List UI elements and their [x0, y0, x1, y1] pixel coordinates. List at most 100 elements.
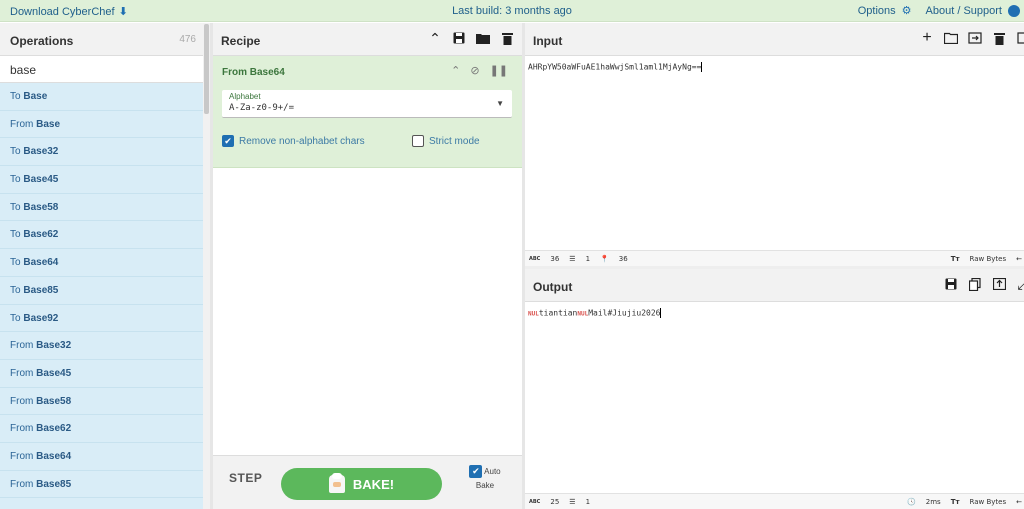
strict-mode-checkbox[interactable]: Strict mode [412, 135, 480, 147]
operations-search-input[interactable]: base [0, 56, 210, 83]
input-position: 36 [618, 255, 628, 263]
folder-icon[interactable] [476, 31, 490, 45]
chevron-down-icon[interactable]: ▼ [496, 99, 504, 108]
char-count-icon: ABC [529, 256, 541, 262]
replace-input-icon[interactable] [992, 277, 1006, 291]
alphabet-select[interactable]: Alphabet A-Za-z0-9+/= ▼ [222, 90, 512, 118]
checkbox-checked-icon[interactable]: ✔ [222, 135, 234, 147]
collapse-op-icon[interactable]: ⌃ [451, 64, 460, 77]
text-cursor [660, 308, 662, 318]
operation-match: Base32 [36, 340, 72, 352]
operation-prefix: To [10, 312, 24, 324]
top-banner: Download CyberChef ⬇ Last build: 3 month… [0, 0, 1024, 22]
input-textarea[interactable]: AHRpYW50aWFuAE1haWwjSml1aml1MjAyNg== [525, 56, 1024, 78]
operation-match: Base62 [36, 423, 72, 435]
layout-icon[interactable] [1016, 31, 1024, 45]
open-file-icon[interactable] [968, 31, 982, 45]
strict-mode-label[interactable]: Strict mode [429, 136, 480, 147]
operation-prefix: To [10, 201, 24, 213]
list-item[interactable]: From Base32 [0, 332, 203, 360]
remove-non-alphabet-checkbox[interactable]: ✔ Remove non-alphabet chars [222, 135, 365, 147]
bake-button[interactable]: BAKE! [281, 468, 442, 500]
operation-prefix: From [10, 395, 37, 407]
operation-prefix: To [10, 257, 24, 269]
trash-icon[interactable] [992, 31, 1006, 45]
save-icon[interactable] [452, 31, 466, 45]
bake-label[interactable]: BAKE! [353, 477, 394, 492]
output-header: Output ⤢ [525, 269, 1024, 302]
output-line-count: 1 [585, 498, 591, 506]
io-panel: Input + AHRpYW50aWFuAE1haWwjSml1aml1MjAy… [525, 23, 1024, 509]
list-item[interactable]: From Base64 [0, 443, 203, 471]
list-item[interactable]: To Base [0, 83, 203, 111]
help-icon[interactable] [1008, 4, 1020, 17]
auto-bake-checkbox[interactable]: ✔ Auto Bake [462, 465, 508, 490]
operation-match: Base45 [36, 367, 72, 379]
list-item[interactable]: To Base58 [0, 194, 203, 222]
operation-prefix: To [10, 146, 24, 158]
list-item[interactable]: From Base62 [0, 415, 203, 443]
eol-icon[interactable]: ← [1016, 255, 1022, 263]
options-link[interactable]: Options [858, 5, 896, 17]
list-item[interactable]: To Base64 [0, 249, 203, 277]
operation-name: From Base64 [222, 67, 285, 78]
list-item[interactable]: To Base45 [0, 166, 203, 194]
output-encoding[interactable]: Raw Bytes [970, 498, 1007, 506]
recipe-panel: Recipe ⌃ From Base64 ⌃ ⊘ ❚❚ Alphabet A-Z… [213, 23, 522, 509]
operation-match: Base [36, 118, 61, 130]
operation-prefix: From [10, 478, 37, 490]
about-link[interactable]: About / Support [926, 5, 1002, 17]
input-title: Input [533, 34, 563, 48]
input-encoding[interactable]: Raw Bytes [970, 255, 1007, 263]
output-status-bar: ABC 25 ☰ 1 🕓 2ms Tт Raw Bytes ← [525, 493, 1024, 509]
open-folder-icon[interactable] [944, 31, 958, 45]
input-char-count: 36 [550, 255, 560, 263]
output-textarea[interactable]: NULtiantianNULMail#Jiujiu2026 [525, 302, 664, 324]
list-item[interactable]: To Base85 [0, 277, 203, 305]
input-text[interactable]: AHRpYW50aWFuAE1haWwjSml1aml1MjAyNg== [528, 63, 701, 72]
recipe-header: Recipe ⌃ [213, 23, 522, 56]
operations-scrollbar[interactable] [203, 23, 210, 509]
disable-op-icon[interactable]: ⊘ [470, 64, 479, 77]
list-item[interactable]: To Base32 [0, 138, 203, 167]
list-item[interactable]: To Base92 [0, 305, 203, 333]
maximize-icon[interactable]: ⤢ [1016, 276, 1024, 292]
step-button[interactable]: STEP [229, 471, 262, 485]
list-item[interactable]: From Base58 [0, 388, 203, 416]
operation-prefix: From [10, 118, 37, 130]
pause-op-icon[interactable]: ❚❚ [490, 64, 508, 77]
encoding-icon[interactable]: Tт [951, 255, 960, 263]
scrollbar-thumb[interactable] [204, 24, 209, 114]
list-item[interactable]: To Base62 [0, 221, 203, 250]
operations-count: 476 [179, 34, 196, 45]
nul-marker: NUL [577, 310, 589, 318]
operations-header: Operations 476 [0, 23, 210, 56]
input-header: Input + [525, 23, 1024, 56]
operation-match: Base58 [23, 201, 59, 213]
collapse-all-icon[interactable]: ⌃ [428, 30, 442, 46]
add-tab-icon[interactable]: + [920, 29, 934, 46]
bake-time: 2ms [925, 498, 941, 506]
operation-prefix: To [10, 229, 24, 241]
operation-prefix: From [10, 340, 37, 352]
output-title: Output [533, 280, 573, 294]
list-item[interactable]: From Base [0, 111, 203, 139]
copy-icon[interactable] [968, 277, 982, 291]
chef-icon [328, 473, 345, 493]
operation-match: Base64 [36, 450, 72, 462]
eol-icon[interactable]: ← [1016, 498, 1022, 506]
gear-icon[interactable]: ⚙ [902, 4, 912, 17]
recipe-operation-card[interactable]: From Base64 ⌃ ⊘ ❚❚ Alphabet A-Za-z0-9+/=… [213, 56, 522, 168]
char-count-icon: ABC [529, 499, 541, 505]
list-item[interactable]: From Base45 [0, 360, 203, 388]
trash-icon[interactable] [500, 31, 514, 45]
checkbox-checked-icon[interactable]: ✔ [469, 465, 483, 478]
list-item[interactable]: From Base85 [0, 471, 203, 499]
input-line-count: 1 [585, 255, 591, 263]
output-char-count: 25 [550, 498, 560, 506]
remove-non-alphabet-label[interactable]: Remove non-alphabet chars [239, 136, 365, 147]
operation-prefix: To [10, 174, 24, 186]
save-icon[interactable] [944, 277, 958, 291]
encoding-icon[interactable]: Tт [951, 498, 960, 506]
checkbox-unchecked-icon[interactable] [412, 135, 424, 147]
